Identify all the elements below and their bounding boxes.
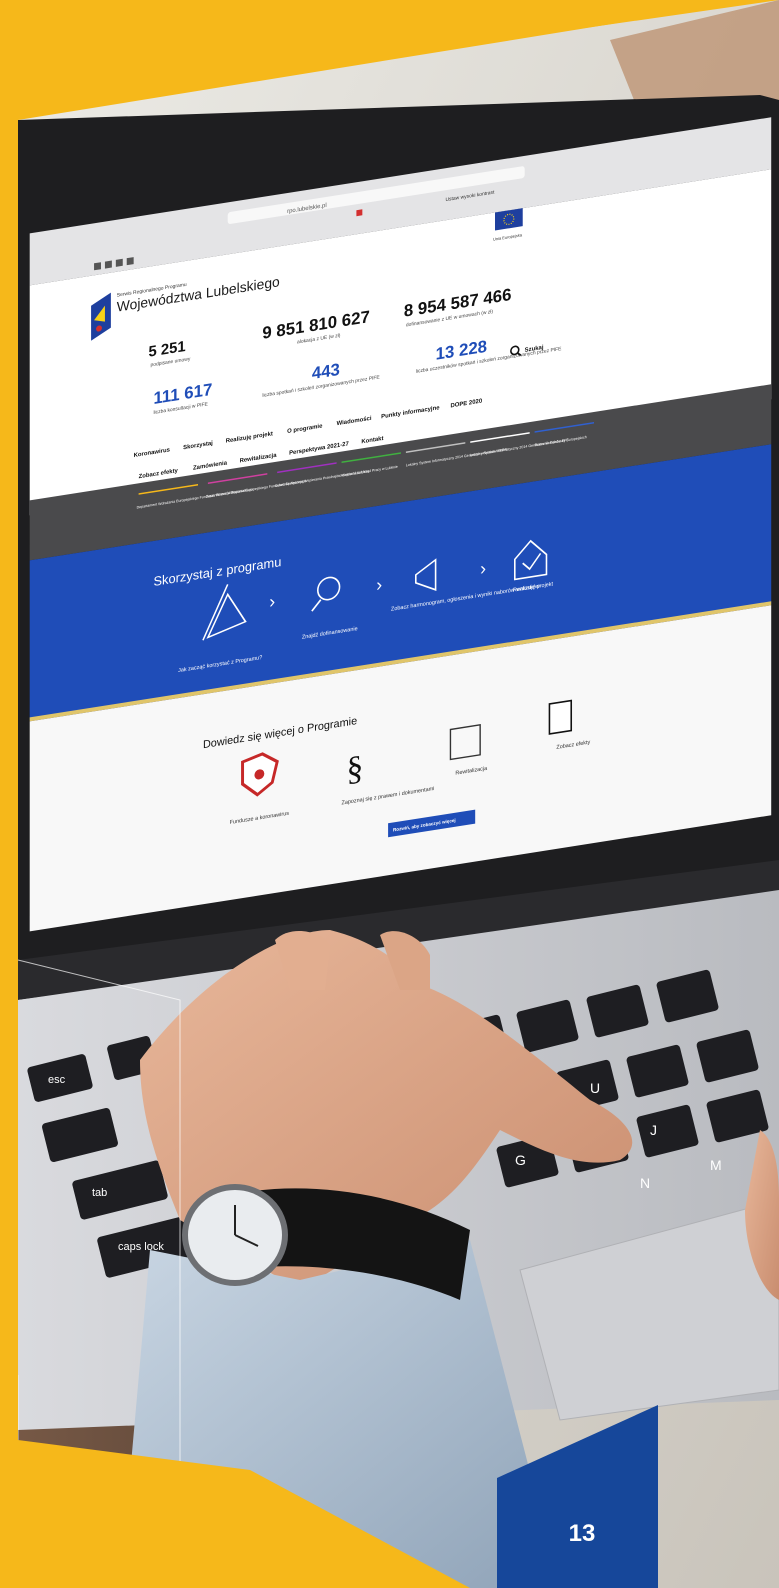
svg-text:›: › (376, 574, 382, 595)
key-j: J (650, 1122, 657, 1138)
svg-text:›: › (269, 591, 275, 612)
website-screen: rpo.lubelskie.pl Ustaw wysoki kontrast U… (29, 117, 772, 932)
key-m: M (710, 1157, 722, 1173)
page-number: 13 (568, 1520, 596, 1547)
key-g: G (515, 1152, 526, 1168)
clipboard-icon (548, 699, 573, 735)
key-u: U (590, 1080, 600, 1096)
key-caps: caps lock (118, 1241, 164, 1253)
key-esc: esc (48, 1074, 66, 1086)
svg-text:›: › (480, 558, 486, 579)
key-n: N (640, 1175, 650, 1191)
key-tab: tab (92, 1187, 107, 1199)
paragraph-icon: § (347, 749, 364, 789)
laptop-photo: rpo.lubelskie.pl Ustaw wysoki kontrast U… (0, 0, 779, 1588)
